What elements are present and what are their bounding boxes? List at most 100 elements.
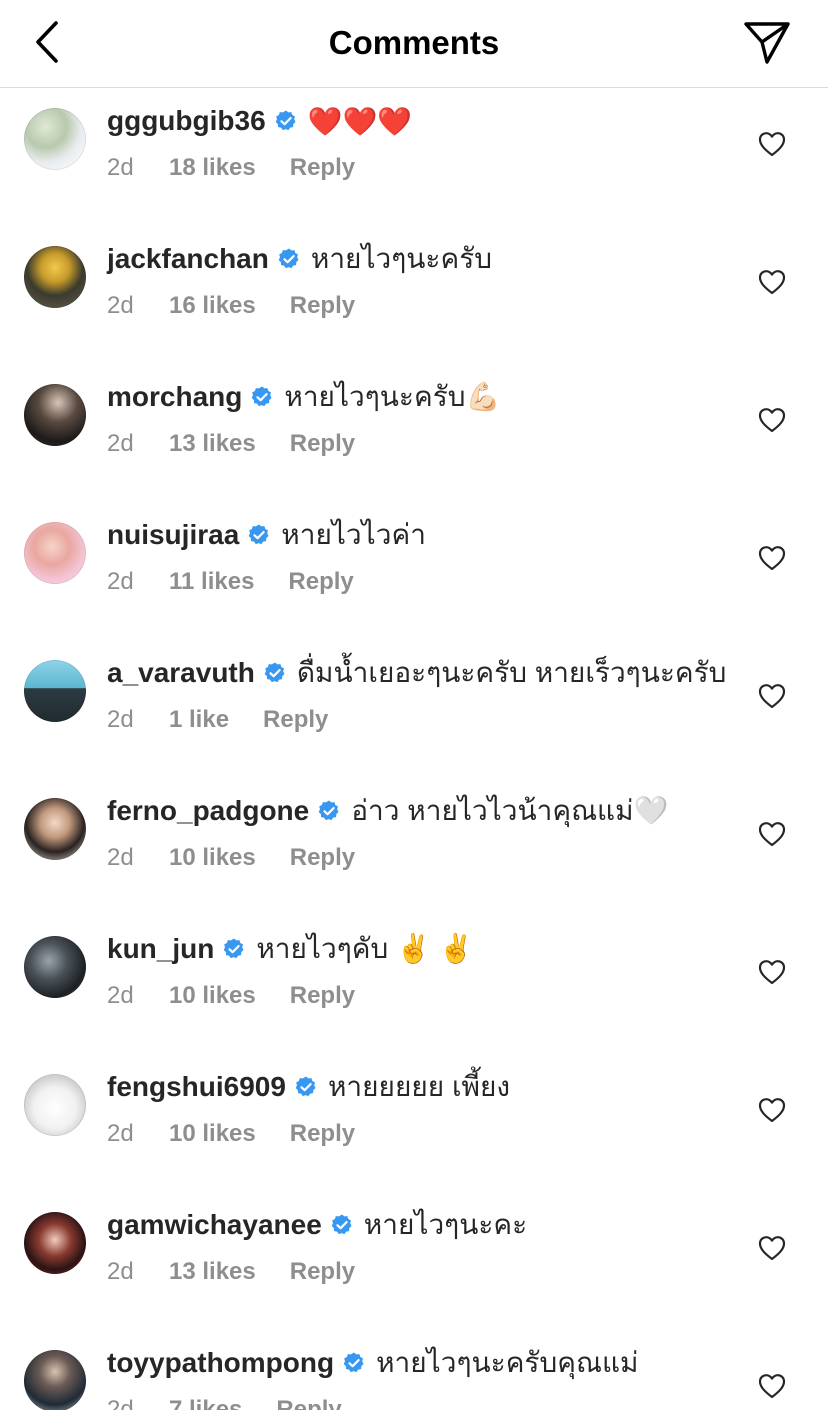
heart-icon[interactable]	[758, 545, 786, 571]
comment-text: หายไวๆนะครับ💪🏻	[284, 381, 501, 412]
verified-badge-icon	[295, 1076, 316, 1097]
comment-item: gggubgib36 ❤️❤️❤️ 2d 18 likes Reply	[0, 88, 828, 226]
comment-text: ❤️❤️❤️	[307, 105, 413, 137]
comment-meta: 2d 10 likes Reply	[107, 842, 355, 874]
comment-meta: 2d 1 like Reply	[107, 704, 328, 736]
comment-meta: 2d 7 likes Reply	[107, 1394, 342, 1410]
comment-line: gggubgib36 ❤️❤️❤️	[107, 101, 412, 141]
comment-likes[interactable]: 1 like	[169, 706, 229, 734]
avatar[interactable]	[24, 936, 86, 998]
heart-icon[interactable]	[758, 959, 786, 985]
comment-meta: 2d 13 likes Reply	[107, 428, 355, 460]
comment-time: 2d	[107, 1258, 134, 1285]
comment-text: ดื่มน้ำเยอะๆนะครับ หายเร็วๆนะครับ	[296, 657, 727, 688]
comment-text: หายไวๆนะครับคุณแม่	[376, 1347, 639, 1378]
avatar[interactable]	[24, 660, 86, 722]
heart-icon[interactable]	[758, 131, 786, 157]
avatar[interactable]	[24, 384, 86, 446]
comment-likes[interactable]: 13 likes	[169, 430, 256, 458]
verified-badge-icon	[275, 110, 296, 131]
paper-plane-icon	[744, 22, 790, 64]
comment-username[interactable]: jackfanchan	[107, 243, 269, 275]
comment-item: nuisujiraa หายไวไวค่า 2d 11 likes Reply	[0, 502, 828, 640]
comment-meta: 2d 13 likes Reply	[107, 1256, 355, 1288]
reply-button[interactable]: Reply	[290, 1120, 355, 1148]
avatar[interactable]	[24, 798, 86, 860]
comment-username[interactable]: fengshui6909	[107, 1071, 286, 1103]
heart-icon[interactable]	[758, 1373, 786, 1399]
comment-text: อ่าว หายไวไวน้าคุณแม่🤍	[351, 795, 669, 826]
comment-likes[interactable]: 18 likes	[169, 154, 256, 182]
verified-badge-icon	[318, 800, 339, 821]
comment-username[interactable]: ferno_padgone	[107, 795, 309, 827]
comment-item: ferno_padgone อ่าว หายไวไวน้าคุณแม่🤍 2d …	[0, 778, 828, 916]
comment-item: gamwichayanee หายไวๆนะคะ 2d 13 likes Rep…	[0, 1192, 828, 1330]
verified-badge-icon	[343, 1352, 364, 1373]
comment-item: fengshui6909 หายยยยย เพี้ยง 2d 10 likes …	[0, 1054, 828, 1192]
comment-item: jackfanchan หายไวๆนะครับ 2d 16 likes Rep…	[0, 226, 828, 364]
avatar[interactable]	[24, 1350, 86, 1410]
reply-button[interactable]: Reply	[290, 430, 355, 458]
comment-line: fengshui6909 หายยยยย เพี้ยง	[107, 1067, 510, 1107]
comment-item: morchang หายไวๆนะครับ💪🏻 2d 13 likes Repl…	[0, 364, 828, 502]
comment-username[interactable]: kun_jun	[107, 933, 214, 965]
comment-text: หายไวๆคับ ✌️ ✌️	[256, 933, 474, 964]
comment-time: 2d	[107, 568, 134, 595]
comment-time: 2d	[107, 1396, 134, 1410]
heart-icon[interactable]	[758, 683, 786, 709]
comment-time: 2d	[107, 706, 134, 733]
comment-time: 2d	[107, 982, 134, 1009]
comment-line: jackfanchan หายไวๆนะครับ	[107, 239, 492, 279]
avatar[interactable]	[24, 1074, 86, 1136]
comment-time: 2d	[107, 292, 134, 319]
comment-item: a_varavuth ดื่มน้ำเยอะๆนะครับ หายเร็วๆนะ…	[0, 640, 828, 778]
comment-username[interactable]: nuisujiraa	[107, 519, 239, 551]
avatar[interactable]	[24, 246, 86, 308]
comment-likes[interactable]: 10 likes	[169, 982, 256, 1010]
comment-time: 2d	[107, 844, 134, 871]
comment-list: gggubgib36 ❤️❤️❤️ 2d 18 likes Reply jack…	[0, 88, 828, 1410]
reply-button[interactable]: Reply	[276, 1396, 341, 1410]
comment-likes[interactable]: 10 likes	[169, 844, 256, 872]
comment-line: morchang หายไวๆนะครับ💪🏻	[107, 377, 500, 417]
heart-icon[interactable]	[758, 269, 786, 295]
verified-badge-icon	[264, 662, 285, 683]
comment-meta: 2d 18 likes Reply	[107, 152, 355, 184]
comment-likes[interactable]: 16 likes	[169, 292, 256, 320]
comment-meta: 2d 16 likes Reply	[107, 290, 355, 322]
heart-icon[interactable]	[758, 1097, 786, 1123]
reply-button[interactable]: Reply	[290, 1258, 355, 1286]
heart-icon[interactable]	[758, 1235, 786, 1261]
comment-line: toyypathompong หายไวๆนะครับคุณแม่	[107, 1343, 638, 1383]
comment-username[interactable]: a_varavuth	[107, 657, 255, 689]
heart-icon[interactable]	[758, 821, 786, 847]
reply-button[interactable]: Reply	[288, 568, 353, 596]
comment-text: หายไวๆนะคะ	[363, 1209, 528, 1240]
header-bar: Comments	[0, 0, 828, 88]
avatar[interactable]	[24, 522, 86, 584]
reply-button[interactable]: Reply	[263, 706, 328, 734]
avatar[interactable]	[24, 108, 86, 170]
comment-username[interactable]: gamwichayanee	[107, 1209, 322, 1241]
comment-likes[interactable]: 10 likes	[169, 1120, 256, 1148]
reply-button[interactable]: Reply	[290, 982, 355, 1010]
comment-username[interactable]: toyypathompong	[107, 1347, 334, 1379]
comment-username[interactable]: morchang	[107, 381, 242, 413]
comment-username[interactable]: gggubgib36	[107, 105, 266, 137]
comment-meta: 2d 10 likes Reply	[107, 980, 355, 1012]
comment-text: หายไวๆนะครับ	[310, 243, 493, 274]
comment-line: nuisujiraa หายไวไวค่า	[107, 515, 426, 555]
reply-button[interactable]: Reply	[290, 844, 355, 872]
comment-likes[interactable]: 7 likes	[169, 1396, 242, 1410]
heart-icon[interactable]	[758, 407, 786, 433]
comment-text: หายไวไวค่า	[281, 519, 426, 550]
comment-line: gamwichayanee หายไวๆนะคะ	[107, 1205, 527, 1245]
comment-likes[interactable]: 13 likes	[169, 1258, 256, 1286]
comment-likes[interactable]: 11 likes	[169, 568, 254, 596]
share-button[interactable]	[742, 18, 792, 66]
verified-badge-icon	[331, 1214, 352, 1235]
reply-button[interactable]: Reply	[290, 292, 355, 320]
comment-time: 2d	[107, 430, 134, 457]
reply-button[interactable]: Reply	[290, 154, 355, 182]
avatar[interactable]	[24, 1212, 86, 1274]
